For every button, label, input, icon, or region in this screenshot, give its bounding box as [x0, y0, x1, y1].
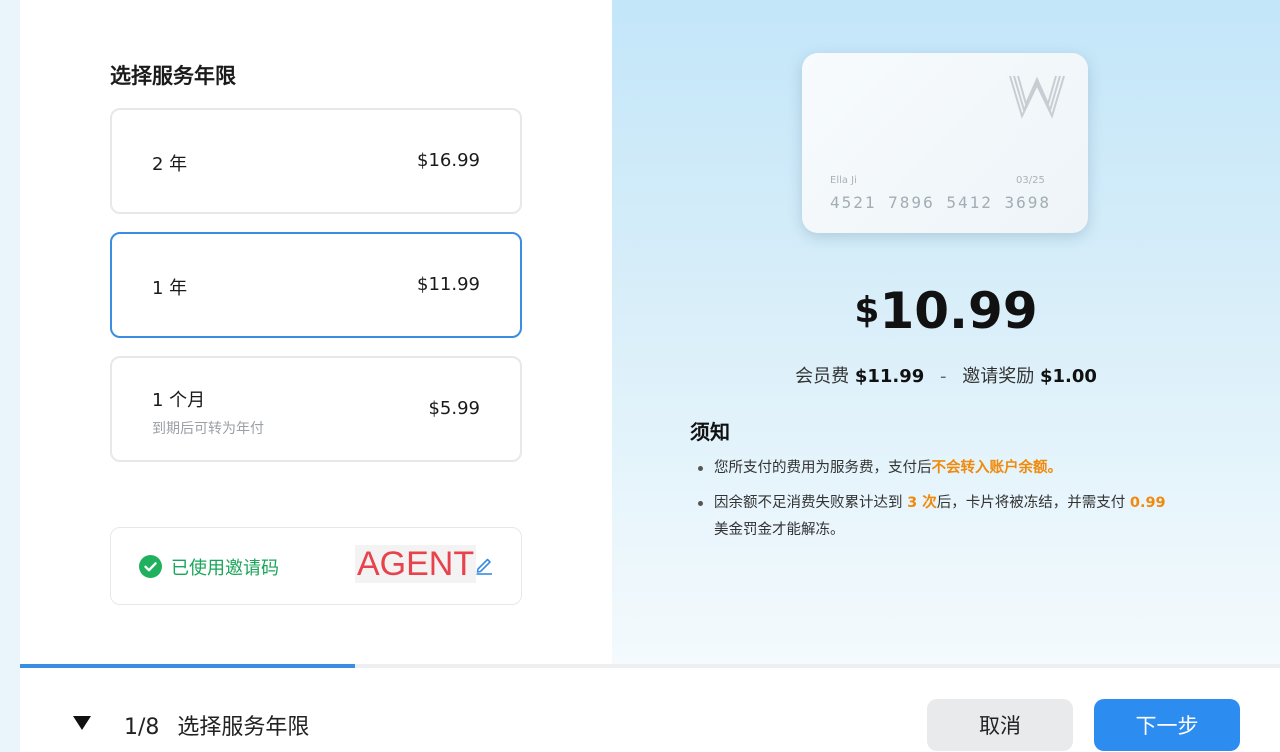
notice-item: 因余额不足消费失败累计达到 3 次后，卡片将被冻结，并需支付 0.99 美金罚金才…: [698, 490, 1218, 544]
check-circle-icon: [139, 555, 162, 578]
fee-label: 会员费: [795, 366, 850, 387]
cancel-button[interactable]: 取消: [927, 699, 1073, 751]
fee-breakdown: 会员费 $11.99 - 邀请奖励 $1.00: [612, 362, 1280, 388]
payment-window: 选择服务年限 2 年 $16.99 1 年 $11.99 1 个月 到期后可转为…: [20, 0, 1280, 752]
currency-symbol: $: [854, 290, 880, 331]
plan-price: $5.99: [428, 398, 480, 419]
step-title: 选择服务年限: [177, 715, 310, 740]
card-number: 4521 7896 5412 3698: [830, 193, 1052, 212]
total-price: $10.99: [612, 282, 1280, 340]
order-summary-panel: Ella Ji 03/25 4521 7896 5412 3698 $10.99…: [612, 0, 1280, 664]
section-title: 选择服务年限: [110, 64, 236, 88]
invite-code-value: AGENT: [355, 545, 477, 583]
wizard-footer: 1/8 选择服务年限 取消 下一步: [20, 668, 1280, 752]
card-expiry: 03/25: [1016, 175, 1045, 186]
plan-option-1-month[interactable]: 1 个月 到期后可转为年付 $5.99: [110, 356, 522, 462]
plan-selection-panel: 选择服务年限 2 年 $16.99 1 年 $11.99 1 个月 到期后可转为…: [20, 0, 612, 664]
card-preview: Ella Ji 03/25 4521 7896 5412 3698: [802, 53, 1088, 233]
step-counter: 1/8: [124, 715, 160, 740]
fee-separator: -: [940, 366, 947, 387]
invite-status-label: 已使用邀请码: [171, 558, 279, 579]
reward-value: $1.00: [1039, 366, 1097, 387]
fee-value: $11.99: [854, 366, 925, 387]
next-step-button[interactable]: 下一步: [1094, 699, 1240, 751]
notice-list: 您所支付的费用为服务费，支付后不会转入账户余额。 因余额不足消费失败累计达到 3…: [698, 455, 1218, 552]
reward-label: 邀请奖励: [962, 366, 1035, 387]
card-holder-name: Ella Ji: [830, 175, 857, 186]
plan-option-2-years[interactable]: 2 年 $16.99: [110, 108, 522, 214]
plan-option-1-year[interactable]: 1 年 $11.99: [110, 232, 522, 338]
notice-title: 须知: [690, 420, 730, 444]
notice-item: 您所支付的费用为服务费，支付后不会转入账户余额。: [698, 455, 1218, 482]
step-indicator: 1/8 选择服务年限: [124, 709, 309, 741]
notice-highlight: 不会转入账户余额。: [931, 460, 1063, 476]
total-amount: 10.99: [879, 282, 1038, 340]
plan-subtitle: 到期后可转为年付: [152, 421, 264, 437]
collapse-triangle-icon[interactable]: [72, 715, 92, 731]
plan-name: 2 年: [152, 154, 188, 175]
plan-name: 1 个月: [152, 390, 206, 411]
plan-price: $16.99: [417, 150, 480, 171]
plan-name: 1 年: [152, 278, 188, 299]
notice-highlight: 3 次: [907, 495, 937, 511]
edit-pencil-icon[interactable]: [473, 554, 495, 576]
invite-code-box: 已使用邀请码 AGENT: [110, 527, 522, 605]
plan-price: $11.99: [417, 274, 480, 295]
notice-highlight: 0.99: [1129, 495, 1166, 511]
card-brand-logo: [1009, 75, 1065, 119]
